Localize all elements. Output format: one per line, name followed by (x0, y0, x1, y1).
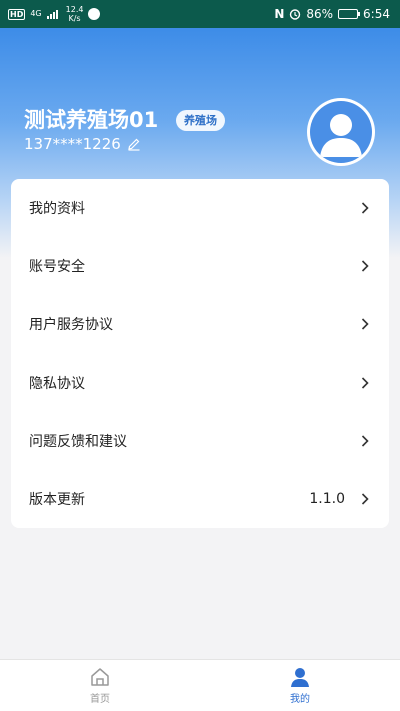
menu-item-label: 隐私协议 (29, 375, 85, 392)
status-bar: HD 4G 12.4 K/s N 86% 6:54 (0, 0, 400, 28)
menu-item-version-update[interactable]: 版本更新 1.1.0 (11, 470, 389, 528)
tab-mine[interactable]: 我的 (200, 660, 400, 711)
phone-number: 137****1226 (24, 135, 121, 153)
chevron-right-icon (361, 377, 369, 389)
role-badge: 养殖场 (176, 110, 225, 131)
menu-item-label: 账号安全 (29, 259, 85, 276)
network-speed-value: 12.4 (65, 5, 84, 14)
status-bar-left: HD 4G 12.4 K/s (8, 5, 101, 23)
menu-item-privacy[interactable]: 隐私协议 (11, 354, 389, 412)
notification-icon (88, 8, 101, 20)
clock: 6:54 (363, 7, 390, 21)
signal-icon (46, 10, 58, 19)
avatar[interactable] (307, 98, 375, 166)
edit-icon[interactable] (127, 137, 141, 151)
user-silhouette-icon (320, 114, 362, 157)
chevron-right-icon (361, 202, 369, 214)
menu-item-label: 我的资料 (29, 201, 85, 218)
chevron-right-icon (361, 260, 369, 272)
menu-item-profile[interactable]: 我的资料 (11, 179, 389, 237)
battery-percent: 86% (306, 7, 334, 21)
network-indicator: 4G (30, 9, 42, 18)
menu-item-label: 版本更新 (29, 492, 85, 509)
tab-mine-label: 我的 (290, 694, 310, 705)
tab-home-label: 首页 (90, 694, 110, 705)
user-icon (291, 668, 309, 687)
chevron-right-icon (361, 493, 369, 505)
menu-item-label: 用户服务协议 (29, 317, 113, 334)
phone-row: 137****1226 (24, 135, 141, 153)
menu-item-label: 问题反馈和建议 (29, 433, 127, 450)
nfc-icon: N (274, 7, 285, 21)
home-icon (91, 668, 109, 686)
status-bar-right: N 86% 6:54 (274, 7, 390, 21)
menu-item-feedback[interactable]: 问题反馈和建议 (11, 412, 389, 470)
bottom-nav: 首页 我的 (0, 659, 400, 711)
battery-icon (338, 9, 361, 19)
network-speed: 12.4 K/s (66, 5, 84, 23)
menu-item-right: 1.1.0 (309, 491, 369, 507)
menu-item-account-security[interactable]: 账号安全 (11, 237, 389, 295)
network-speed-unit: K/s (68, 14, 81, 23)
menu-item-user-agreement[interactable]: 用户服务协议 (11, 295, 389, 353)
menu-card: 我的资料 账号安全 用户服务协议 隐私协议 问题反馈和建议 版本更新 1.1.0 (11, 179, 389, 528)
chevron-right-icon (361, 435, 369, 447)
profile-name: 测试养殖场01 (24, 108, 159, 132)
tab-home[interactable]: 首页 (0, 660, 200, 711)
chevron-right-icon (361, 318, 369, 331)
avatar-image (310, 101, 372, 163)
version-value: 1.1.0 (309, 491, 345, 508)
hd-indicator: HD (8, 8, 26, 20)
alarm-icon (290, 9, 301, 20)
